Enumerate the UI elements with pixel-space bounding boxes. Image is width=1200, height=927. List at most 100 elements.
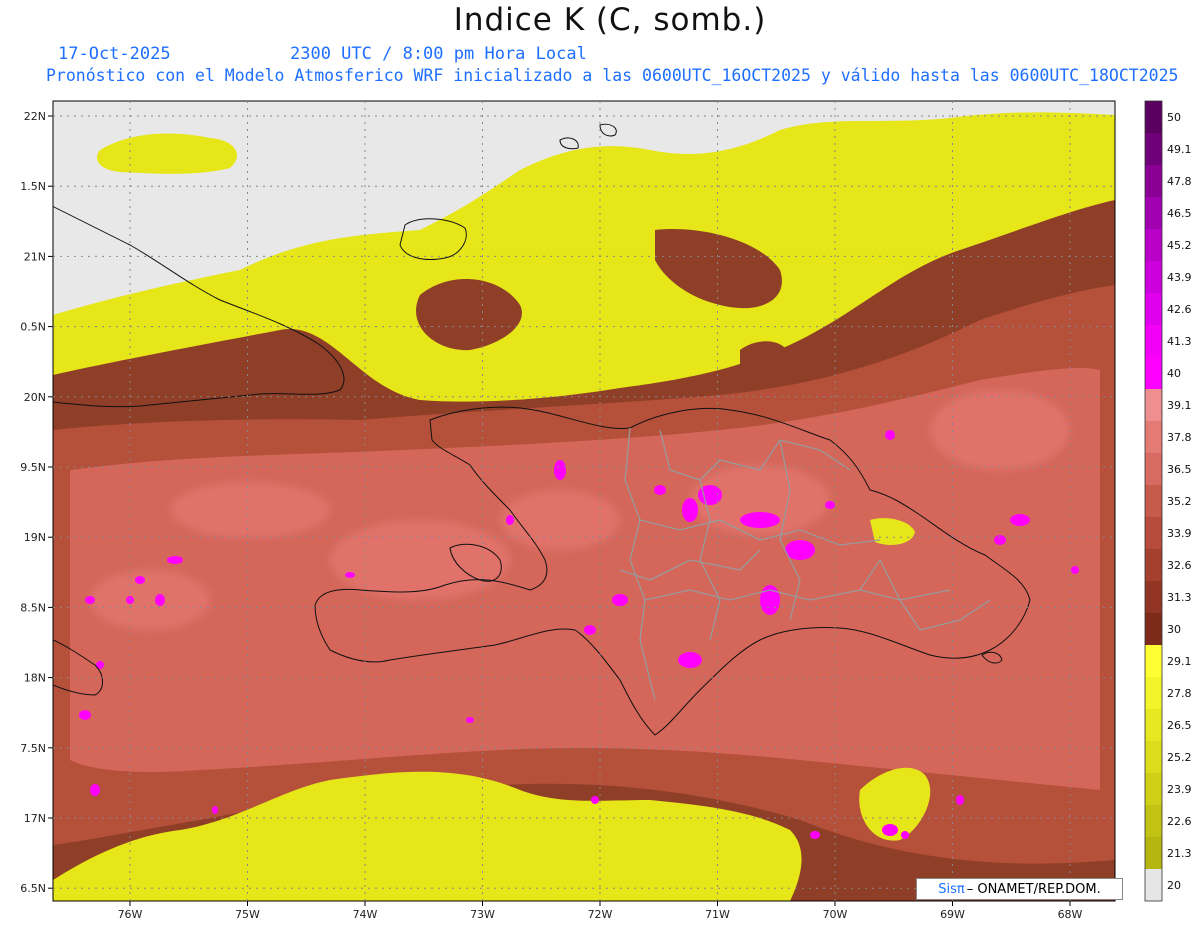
weather-map: 22N 1.5N 21N 0.5N 20N 9.5N 19N 8.5N 18N 7.5N 17N 6.… <box>20 100 1192 921</box>
colorbar-label: 23.9 <box>1167 783 1192 796</box>
high-k-spot <box>825 501 835 509</box>
high-k-spot <box>882 824 898 836</box>
lon-label: 75W <box>235 908 260 921</box>
lat-label: 22N <box>24 110 46 123</box>
colorbar-label: 27.8 <box>1167 687 1192 700</box>
high-k-spot <box>85 596 95 604</box>
colorbar-label: 39.1 <box>1167 399 1192 412</box>
high-k-spot <box>994 535 1006 545</box>
colorbar-swatch <box>1145 453 1162 486</box>
colorbar-swatch <box>1145 581 1162 614</box>
colorbar-label: 46.5 <box>1167 207 1192 220</box>
lat-label: 17N <box>24 812 46 825</box>
colorbar-swatch <box>1145 645 1162 678</box>
colorbar-label: 21.3 <box>1167 847 1192 860</box>
lon-label: 73W <box>470 908 495 921</box>
high-k-spot <box>167 556 183 564</box>
high-k-spot <box>554 460 566 480</box>
colorbar-label: 20 <box>1167 879 1181 892</box>
colorbar-swatch <box>1145 293 1162 326</box>
credit-text: – ONAMET/REP.DOM. <box>966 881 1101 897</box>
high-k-spot <box>612 594 628 606</box>
lat-label: 21N <box>24 250 46 263</box>
high-k-spot <box>785 540 815 560</box>
colorbar-swatch <box>1145 709 1162 742</box>
colorbar-swatch <box>1145 773 1162 806</box>
high-k-spot <box>155 594 165 606</box>
high-k-spot <box>79 710 91 720</box>
lon-label: 68W <box>1058 908 1083 921</box>
colorbar: 50 49.1 47.8 46.5 45.2 43.9 42.6 41.3 40 39.1 37.8… <box>1144 100 1192 902</box>
high-k-spot <box>1010 514 1030 526</box>
high-k-spot <box>345 572 355 578</box>
lat-label: 8.5N <box>20 601 46 614</box>
colorbar-swatch <box>1145 677 1162 710</box>
colorbar-swatch <box>1145 261 1162 294</box>
colorbar-swatch <box>1145 613 1162 646</box>
colorbar-swatch <box>1145 517 1162 550</box>
colorbar-label: 35.2 <box>1167 495 1192 508</box>
high-k-spot <box>90 784 100 796</box>
colorbar-label: 36.5 <box>1167 463 1192 476</box>
colorbar-swatch <box>1145 197 1162 230</box>
lon-label: 70W <box>823 908 848 921</box>
dark-blob-3 <box>740 341 790 374</box>
colorbar-label: 43.9 <box>1167 271 1192 284</box>
high-k-spot <box>591 796 599 804</box>
colorbar-label: 49.1 <box>1167 143 1192 156</box>
colorbar-label: 22.6 <box>1167 815 1192 828</box>
sispi-brand: Sisπ <box>938 881 965 897</box>
high-k-spot <box>678 652 702 668</box>
lat-label: 19N <box>24 531 46 544</box>
high-k-spot <box>506 515 514 525</box>
colorbar-label: 37.8 <box>1167 431 1192 444</box>
high-k-spot <box>885 430 895 440</box>
credit-box: Sisπ – ONAMET/REP.DOM. <box>916 878 1123 900</box>
colorbar-label: 47.8 <box>1167 175 1192 188</box>
colorbar-label: 29.1 <box>1167 655 1192 668</box>
colorbar-label: 32.6 <box>1167 559 1192 572</box>
lat-label: 20N <box>24 391 46 404</box>
high-k-spot <box>584 625 596 635</box>
high-k-spot <box>740 512 780 528</box>
lon-label: 76W <box>118 908 143 921</box>
high-k-spot <box>1071 566 1079 574</box>
colorbar-swatch <box>1145 325 1162 358</box>
high-k-spot <box>810 831 820 839</box>
high-k-spot <box>466 717 474 723</box>
high-k-spot <box>682 498 698 522</box>
colorbar-swatch <box>1145 741 1162 774</box>
lat-label: 1.5N <box>20 180 46 193</box>
lon-label: 74W <box>353 908 378 921</box>
colorbar-label: 33.9 <box>1167 527 1192 540</box>
high-k-spot <box>901 831 909 839</box>
lat-label: 18N <box>24 672 46 685</box>
colorbar-swatch <box>1145 549 1162 582</box>
colorbar-label: 26.5 <box>1167 719 1192 732</box>
high-k-spot <box>654 485 666 495</box>
high-k-spot <box>135 576 145 584</box>
colorbar-label: 45.2 <box>1167 239 1192 252</box>
colorbar-label: 42.6 <box>1167 303 1192 316</box>
colorbar-label: 31.3 <box>1167 591 1192 604</box>
colorbar-label: 30 <box>1167 623 1181 636</box>
colorbar-swatch <box>1145 357 1162 390</box>
latitude-labels: 22N 1.5N 21N 0.5N 20N 9.5N 19N 8.5N 18N 7.5N 17N 6.… <box>20 110 46 895</box>
colorbar-label: 50 <box>1167 111 1181 124</box>
lon-label: 69W <box>940 908 965 921</box>
lat-label: 6.5N <box>20 882 46 895</box>
colorbar-swatch <box>1145 165 1162 198</box>
longitude-labels: 76W 75W 74W 73W 72W 71W 70W 69W 68W <box>118 908 1083 921</box>
colorbar-label: 25.2 <box>1167 751 1192 764</box>
colorbar-swatch <box>1145 485 1162 518</box>
colorbar-swatch <box>1145 101 1162 134</box>
colorbar-swatch <box>1145 389 1162 422</box>
colorbar-label: 41.3 <box>1167 335 1192 348</box>
colorbar-swatch <box>1145 421 1162 454</box>
colorbar-swatch <box>1145 869 1162 902</box>
lat-label: 9.5N <box>20 461 46 474</box>
high-k-spot <box>956 795 964 805</box>
colorbar-swatch <box>1145 837 1162 870</box>
colorbar-swatch <box>1145 805 1162 838</box>
lat-label: 7.5N <box>20 742 46 755</box>
